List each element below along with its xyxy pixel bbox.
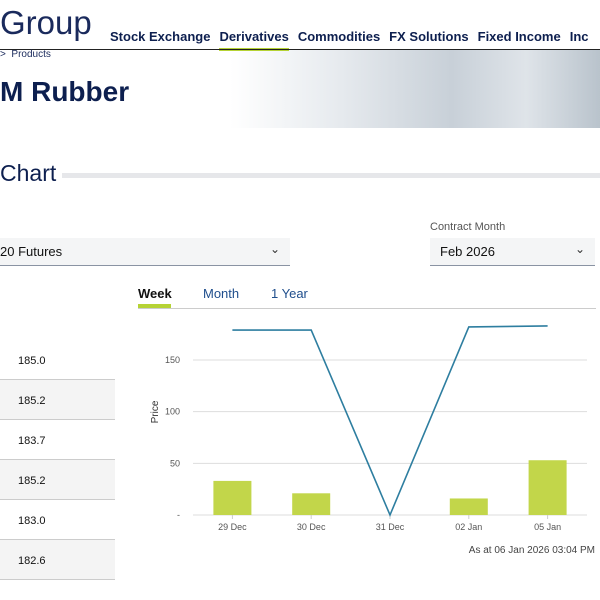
price-chart: - 50 100 150 Price 29 Dec 30 Dec 31 Dec 02 Jan 05… (150, 325, 587, 532)
x-tick-label: 30 Dec (297, 522, 326, 532)
y-axis-label: Price (150, 400, 161, 423)
as-at-timestamp: As at 06 Jan 2026 03:04 PM (468, 545, 595, 556)
price-line (232, 325, 548, 518)
x-tick-label: 29 Dec (218, 522, 247, 532)
x-tick-label: 31 Dec (376, 522, 405, 532)
y-tick-label: - (177, 510, 180, 520)
bar (528, 460, 567, 515)
bar (292, 493, 331, 515)
bar (449, 498, 488, 515)
y-tick-label: 50 (170, 458, 180, 468)
bar (213, 480, 252, 515)
y-tick-label: 150 (165, 355, 180, 365)
y-tick-label: 100 (165, 407, 180, 417)
x-tick-label: 02 Jan (455, 522, 482, 532)
x-tick-label: 05 Jan (534, 522, 561, 532)
